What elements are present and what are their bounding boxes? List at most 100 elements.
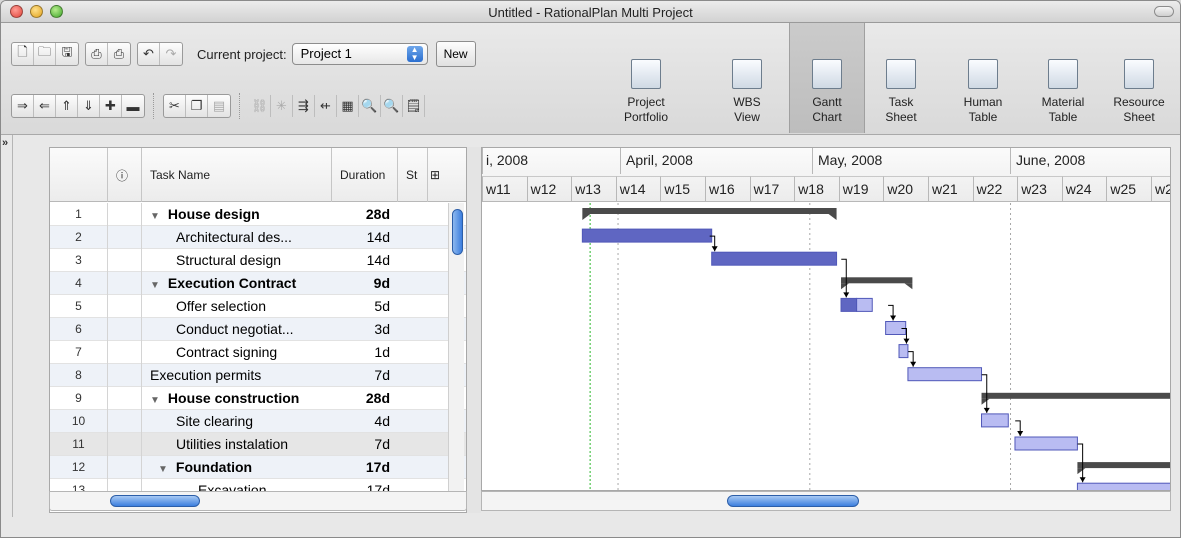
collapse-triangle-icon[interactable]: ▼ [150, 211, 160, 222]
week-label: w25 [1106, 176, 1151, 202]
zoom-out-icon[interactable]: 🔍 [381, 95, 403, 117]
cut-icon[interactable]: ✂ [164, 95, 186, 117]
task-info-icon[interactable]: ▦ [337, 95, 359, 117]
table-row[interactable]: 10 Site clearing 4d [50, 410, 466, 433]
print-preview-icon[interactable]: ⎙ [108, 43, 130, 65]
gantt-bars-area[interactable] [482, 203, 1171, 491]
undo-icon[interactable]: ↶ [138, 43, 160, 65]
link-tasks-icon[interactable]: ⛓ [249, 95, 271, 117]
task-name-text: Site clearing [176, 413, 254, 429]
duration-cell[interactable]: 7d [332, 364, 398, 387]
table-row[interactable]: 12 ▼ Foundation 17d [50, 456, 466, 479]
table-row[interactable]: 1 ▼ House design 28d [50, 203, 466, 226]
collapse-triangle-icon[interactable]: ▼ [150, 395, 160, 406]
dependency-arrow-icon [903, 338, 910, 344]
task-name-cell[interactable]: Site clearing [142, 410, 332, 433]
duration-cell[interactable]: 1d [332, 341, 398, 364]
view-button-task-sheet[interactable]: Task Sheet [863, 23, 939, 133]
duration-cell[interactable]: 14d [332, 249, 398, 272]
task-name-cell[interactable]: Utilities instalation [142, 433, 332, 456]
task-name-cell[interactable]: ▼ House design [142, 203, 332, 226]
view-button-gantt[interactable]: Gantt Chart [789, 23, 865, 133]
task-table-vertical-scrollbar[interactable] [448, 203, 464, 493]
view-button-material-table[interactable]: Material Table [1025, 23, 1101, 133]
row-number: 1 [50, 203, 108, 226]
table-row[interactable]: 5 Offer selection 5d [50, 295, 466, 318]
week-label: w11 [482, 176, 527, 202]
task-name-cell[interactable]: Conduct negotiat... [142, 318, 332, 341]
collapse-triangle-icon[interactable]: ▼ [150, 280, 160, 291]
toolbar-toggle-button[interactable] [1154, 6, 1174, 17]
gantt-scroll-thumb[interactable] [727, 495, 859, 507]
move-up-icon[interactable]: ⇑ [56, 95, 78, 117]
paste-icon[interactable]: ▤ [208, 95, 230, 117]
scroll-to-task-icon[interactable]: ⇷ [315, 95, 337, 117]
gantt-horizontal-scrollbar[interactable] [481, 491, 1171, 511]
copy-icon[interactable]: ❐ [186, 95, 208, 117]
collapse-triangle-icon[interactable]: ▼ [158, 464, 168, 475]
add-task-icon[interactable]: ✚ [100, 95, 122, 117]
table-row[interactable]: 8 Execution permits 7d [50, 364, 466, 387]
duration-cell[interactable]: 9d [332, 272, 398, 295]
column-chooser-icon[interactable]: ⊞ [428, 148, 466, 202]
notes-icon[interactable]: 🗒 [403, 95, 425, 117]
expand-sidebar-icon[interactable]: » [2, 137, 8, 149]
task-name-header[interactable]: Task Name [142, 148, 332, 202]
task-name-text: Foundation [175, 459, 253, 475]
open-folder-icon[interactable]: 🗀 [34, 43, 56, 65]
table-row[interactable]: 7 Contract signing 1d [50, 341, 466, 364]
task-table-horizontal-scrollbar[interactable] [49, 491, 467, 511]
vertical-scroll-thumb[interactable] [452, 209, 463, 255]
task-name-cell[interactable]: ▼ Foundation [142, 456, 332, 479]
unlink-tasks-icon[interactable]: ✳ [271, 95, 293, 117]
task-name-cell[interactable]: ▼ Execution Contract [142, 272, 332, 295]
remove-task-icon[interactable]: ▬ [122, 95, 144, 117]
table-row[interactable]: 11 Utilities instalation 7d [50, 433, 466, 456]
duration-cell[interactable]: 28d [332, 387, 398, 410]
duration-cell[interactable]: 7d [332, 433, 398, 456]
info-column-header[interactable]: ⓘ [108, 148, 142, 202]
duration-cell[interactable]: 4d [332, 410, 398, 433]
new-project-button[interactable]: New [435, 41, 476, 67]
table-row[interactable]: 3 Structural design 14d [50, 249, 466, 272]
view-button-portfolio[interactable]: Project Portfolio [601, 23, 691, 133]
duration-cell[interactable]: 5d [332, 295, 398, 318]
split-task-icon[interactable]: ⇶ [293, 95, 315, 117]
task-name-cell[interactable]: Offer selection [142, 295, 332, 318]
task-name-cell[interactable]: Structural design [142, 249, 332, 272]
horizontal-scroll-thumb[interactable] [110, 495, 200, 507]
task-name-cell[interactable]: ▼ House construction [142, 387, 332, 410]
view-button-resource-sheet[interactable]: Resource Sheet [1101, 23, 1177, 133]
indent-icon[interactable]: ⇒ [12, 95, 34, 117]
task-name-cell[interactable]: Execution permits [142, 364, 332, 387]
row-number: 3 [50, 249, 108, 272]
print-button-group: ⎙ ⎙ [85, 42, 131, 66]
pane-splitter[interactable] [467, 147, 481, 513]
duration-header[interactable]: Duration [332, 148, 398, 202]
window-title: Untitled - RationalPlan Multi Project [488, 5, 693, 20]
outdent-icon[interactable]: ⇐ [34, 95, 56, 117]
table-row[interactable]: 9 ▼ House construction 28d [50, 387, 466, 410]
task-name-cell[interactable]: Architectural des... [142, 226, 332, 249]
duration-cell[interactable]: 28d [332, 203, 398, 226]
table-row[interactable]: 6 Conduct negotiat... 3d [50, 318, 466, 341]
print-icon[interactable]: ⎙ [86, 43, 108, 65]
new-document-icon[interactable]: 🗋 [12, 43, 34, 65]
month-divider [482, 148, 483, 174]
duration-cell[interactable]: 3d [332, 318, 398, 341]
current-project-select[interactable]: Project 1 ▲ ▼ [291, 43, 428, 65]
redo-icon[interactable]: ↷ [160, 43, 182, 65]
task-name-cell[interactable]: Contract signing [142, 341, 332, 364]
save-icon[interactable]: 🖫 [56, 43, 78, 65]
table-row[interactable]: 4 ▼ Execution Contract 9d [50, 272, 466, 295]
duration-cell[interactable]: 14d [332, 226, 398, 249]
start-header[interactable]: St [398, 148, 428, 202]
duration-cell[interactable]: 17d [332, 456, 398, 479]
view-button-human-table[interactable]: Human Table [945, 23, 1021, 133]
toolbar-separator [239, 93, 245, 119]
view-button-wbs[interactable]: WBS View [709, 23, 785, 133]
move-down-icon[interactable]: ⇓ [78, 95, 100, 117]
zoom-in-icon[interactable]: 🔍 [359, 95, 381, 117]
table-row[interactable]: 2 Architectural des... 14d [50, 226, 466, 249]
material-table-icon [1048, 59, 1078, 89]
